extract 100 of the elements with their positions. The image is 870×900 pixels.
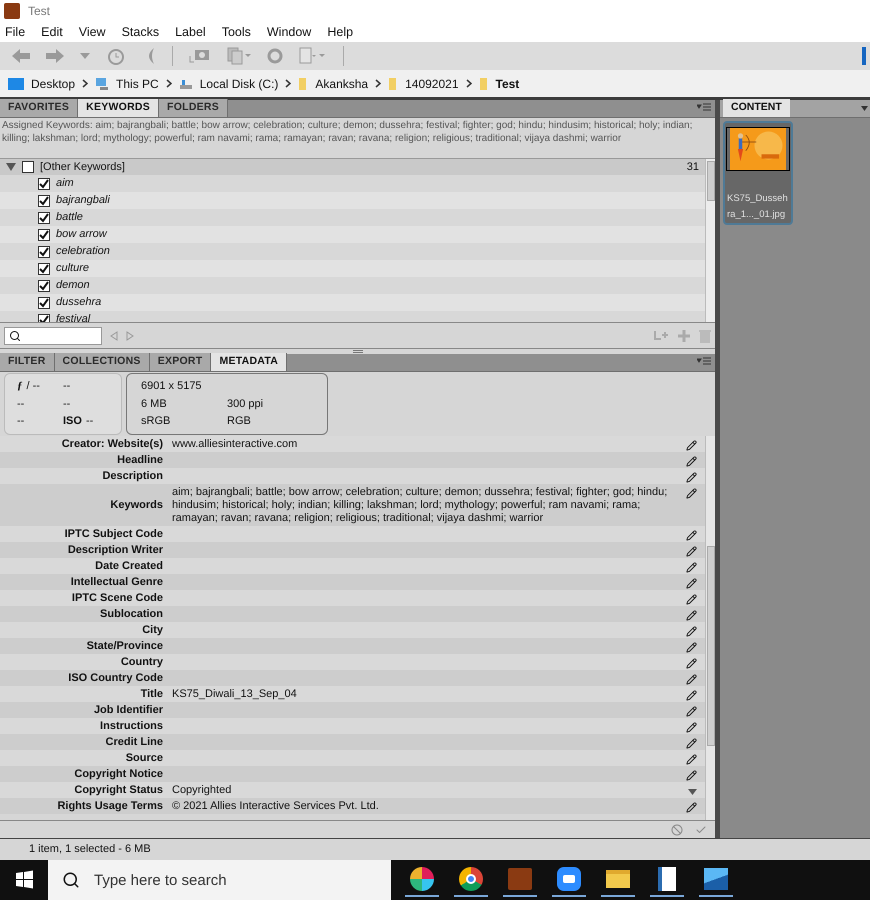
pencil-icon[interactable]	[686, 770, 697, 780]
metadata-label: Instructions	[99, 720, 163, 732]
pencil-icon[interactable]	[686, 594, 697, 604]
pencil-icon[interactable]	[686, 690, 697, 700]
pencil-icon[interactable]	[686, 578, 697, 588]
scrollbar[interactable]	[705, 159, 715, 322]
panel-tab[interactable]: COLLECTIONS	[54, 353, 150, 371]
camera-value: --	[17, 414, 26, 430]
metadata-label: Description	[101, 470, 163, 482]
chevron-right-icon	[82, 79, 88, 88]
panel-tab[interactable]: FOLDERS	[159, 99, 228, 117]
metadata-label: Credit Line	[104, 736, 163, 748]
metadata-label: ISO Country Code	[67, 672, 163, 684]
pencil-icon[interactable]	[686, 642, 697, 652]
pencil-icon[interactable]	[686, 530, 697, 540]
keyword-label: festival	[56, 312, 90, 322]
chevron-right-icon	[166, 79, 172, 88]
shutter-value: --	[63, 379, 72, 394]
aperture-symbol: ƒ	[17, 379, 22, 394]
keyword-label: aim	[56, 176, 74, 192]
panel-tab[interactable]: FAVORITES	[0, 99, 78, 117]
breadcrumb-link[interactable]: Test	[496, 74, 520, 92]
dropdown-arrow-icon[interactable]	[688, 788, 697, 794]
menu-item[interactable]: Edit	[40, 22, 64, 42]
menu-item[interactable]: Stacks	[120, 22, 160, 42]
checkbox[interactable]	[38, 296, 50, 308]
desktop-icon	[8, 78, 24, 90]
checkbox[interactable]	[38, 246, 50, 258]
pencil-icon[interactable]	[686, 722, 697, 732]
metadata-label: Title	[140, 688, 163, 700]
metadata-label: Intellectual Genre	[70, 576, 163, 588]
menu-item[interactable]: Help	[326, 22, 354, 42]
metadata-label: Description Writer	[66, 544, 163, 556]
chevron-right-icon	[375, 79, 382, 88]
pencil-icon[interactable]	[686, 610, 697, 620]
metadata-label: Rights Usage Terms	[56, 800, 163, 812]
caret-icon[interactable]	[861, 106, 868, 111]
menu-item[interactable]: Label	[174, 22, 207, 42]
checkbox[interactable]	[38, 280, 50, 292]
breadcrumb-link[interactable]: 14092021	[405, 74, 458, 92]
menu-item[interactable]: Tools	[220, 22, 252, 42]
pencil-icon[interactable]	[686, 562, 697, 572]
status-text: 1 item, 1 selected - 6 MB	[29, 842, 151, 858]
pencil-icon[interactable]	[686, 674, 697, 684]
pencil-icon[interactable]	[686, 802, 697, 812]
pencil-icon[interactable]	[686, 738, 697, 748]
iso-label: ISO	[63, 414, 82, 430]
keyword-count: 31	[686, 160, 699, 175]
pencil-icon[interactable]	[686, 456, 697, 466]
pencil-icon[interactable]	[686, 440, 697, 450]
assigned-keywords-text: Assigned Keywords: aim; bajrangbali; battle; bow arrow; celebration; culture; demon; dussehra; festival; fighter; god; hindu; hindusim; historical; holy; indian; killing; lakshman; lord; mythology; powerful; ram navami; rama; ramayan; ravan; ravana; religion; religious; traditional; vijaya dashmi; warrior	[2, 120, 692, 144]
metadata-label: City	[141, 624, 163, 636]
panel-tab[interactable]: CONTENT	[723, 99, 790, 117]
taskbar-search-field[interactable]: Type here to search	[48, 860, 391, 900]
breadcrumb-link[interactable]: Desktop	[31, 74, 76, 92]
metadata-label: IPTC Scene Code	[70, 592, 163, 604]
pencil-icon[interactable]	[686, 754, 697, 764]
panel-menu-icon[interactable]	[697, 103, 711, 113]
thumbnail-card[interactable]: KS75_Dusseh ra_1..._01.jpg	[723, 121, 793, 225]
pencil-icon[interactable]	[686, 472, 697, 482]
checkbox[interactable]	[38, 314, 50, 322]
panel-tab[interactable]: KEYWORDS	[78, 99, 160, 117]
metadata-label: Sublocation	[99, 608, 163, 620]
breadcrumb-link[interactable]: This PC	[116, 74, 159, 92]
splitter-handle[interactable]	[352, 350, 362, 353]
chevron-right-icon	[466, 79, 472, 88]
pencil-icon[interactable]	[686, 488, 697, 498]
resolution-value: 300 ppi	[227, 396, 264, 412]
breadcrumb-link[interactable]: Akanksha	[315, 74, 368, 92]
scrollbar[interactable]	[705, 436, 715, 820]
pencil-icon[interactable]	[686, 706, 697, 716]
pencil-icon[interactable]	[686, 546, 697, 556]
breadcrumb-link[interactable]: Local Disk (C:)	[200, 74, 278, 92]
checkbox[interactable]	[38, 212, 50, 224]
panel-tab[interactable]: FILTER	[0, 353, 55, 371]
panel-tab[interactable]: EXPORT	[150, 353, 212, 371]
menu-item[interactable]: View	[78, 22, 107, 42]
menu-item[interactable]: Window	[266, 22, 312, 42]
file-size-value: 6 MB	[141, 396, 168, 412]
panel-menu-icon[interactable]	[697, 357, 711, 367]
keyword-label: bajrangbali	[56, 193, 110, 208]
checkbox[interactable]	[22, 161, 34, 173]
checkbox[interactable]	[38, 228, 50, 240]
computer-icon	[95, 76, 110, 90]
checkbox[interactable]	[38, 178, 50, 190]
pencil-icon[interactable]	[686, 626, 697, 636]
menu-item[interactable]: File	[4, 22, 26, 42]
expand-triangle-icon[interactable]	[6, 163, 16, 171]
panel-tab[interactable]: METADATA	[211, 353, 288, 371]
apply-check-icon[interactable]	[695, 824, 707, 836]
pencil-icon[interactable]	[686, 658, 697, 668]
chevron-right-icon	[285, 79, 292, 88]
checkbox[interactable]	[38, 262, 50, 274]
checkbox[interactable]	[38, 194, 50, 206]
keyword-search-field[interactable]	[4, 326, 102, 344]
camera-value: --	[17, 396, 26, 412]
metadata-label: Copyright Status	[73, 784, 163, 796]
keyword-label: culture	[56, 261, 90, 276]
metadata-label: Country	[120, 656, 163, 668]
search-icon	[62, 871, 80, 889]
